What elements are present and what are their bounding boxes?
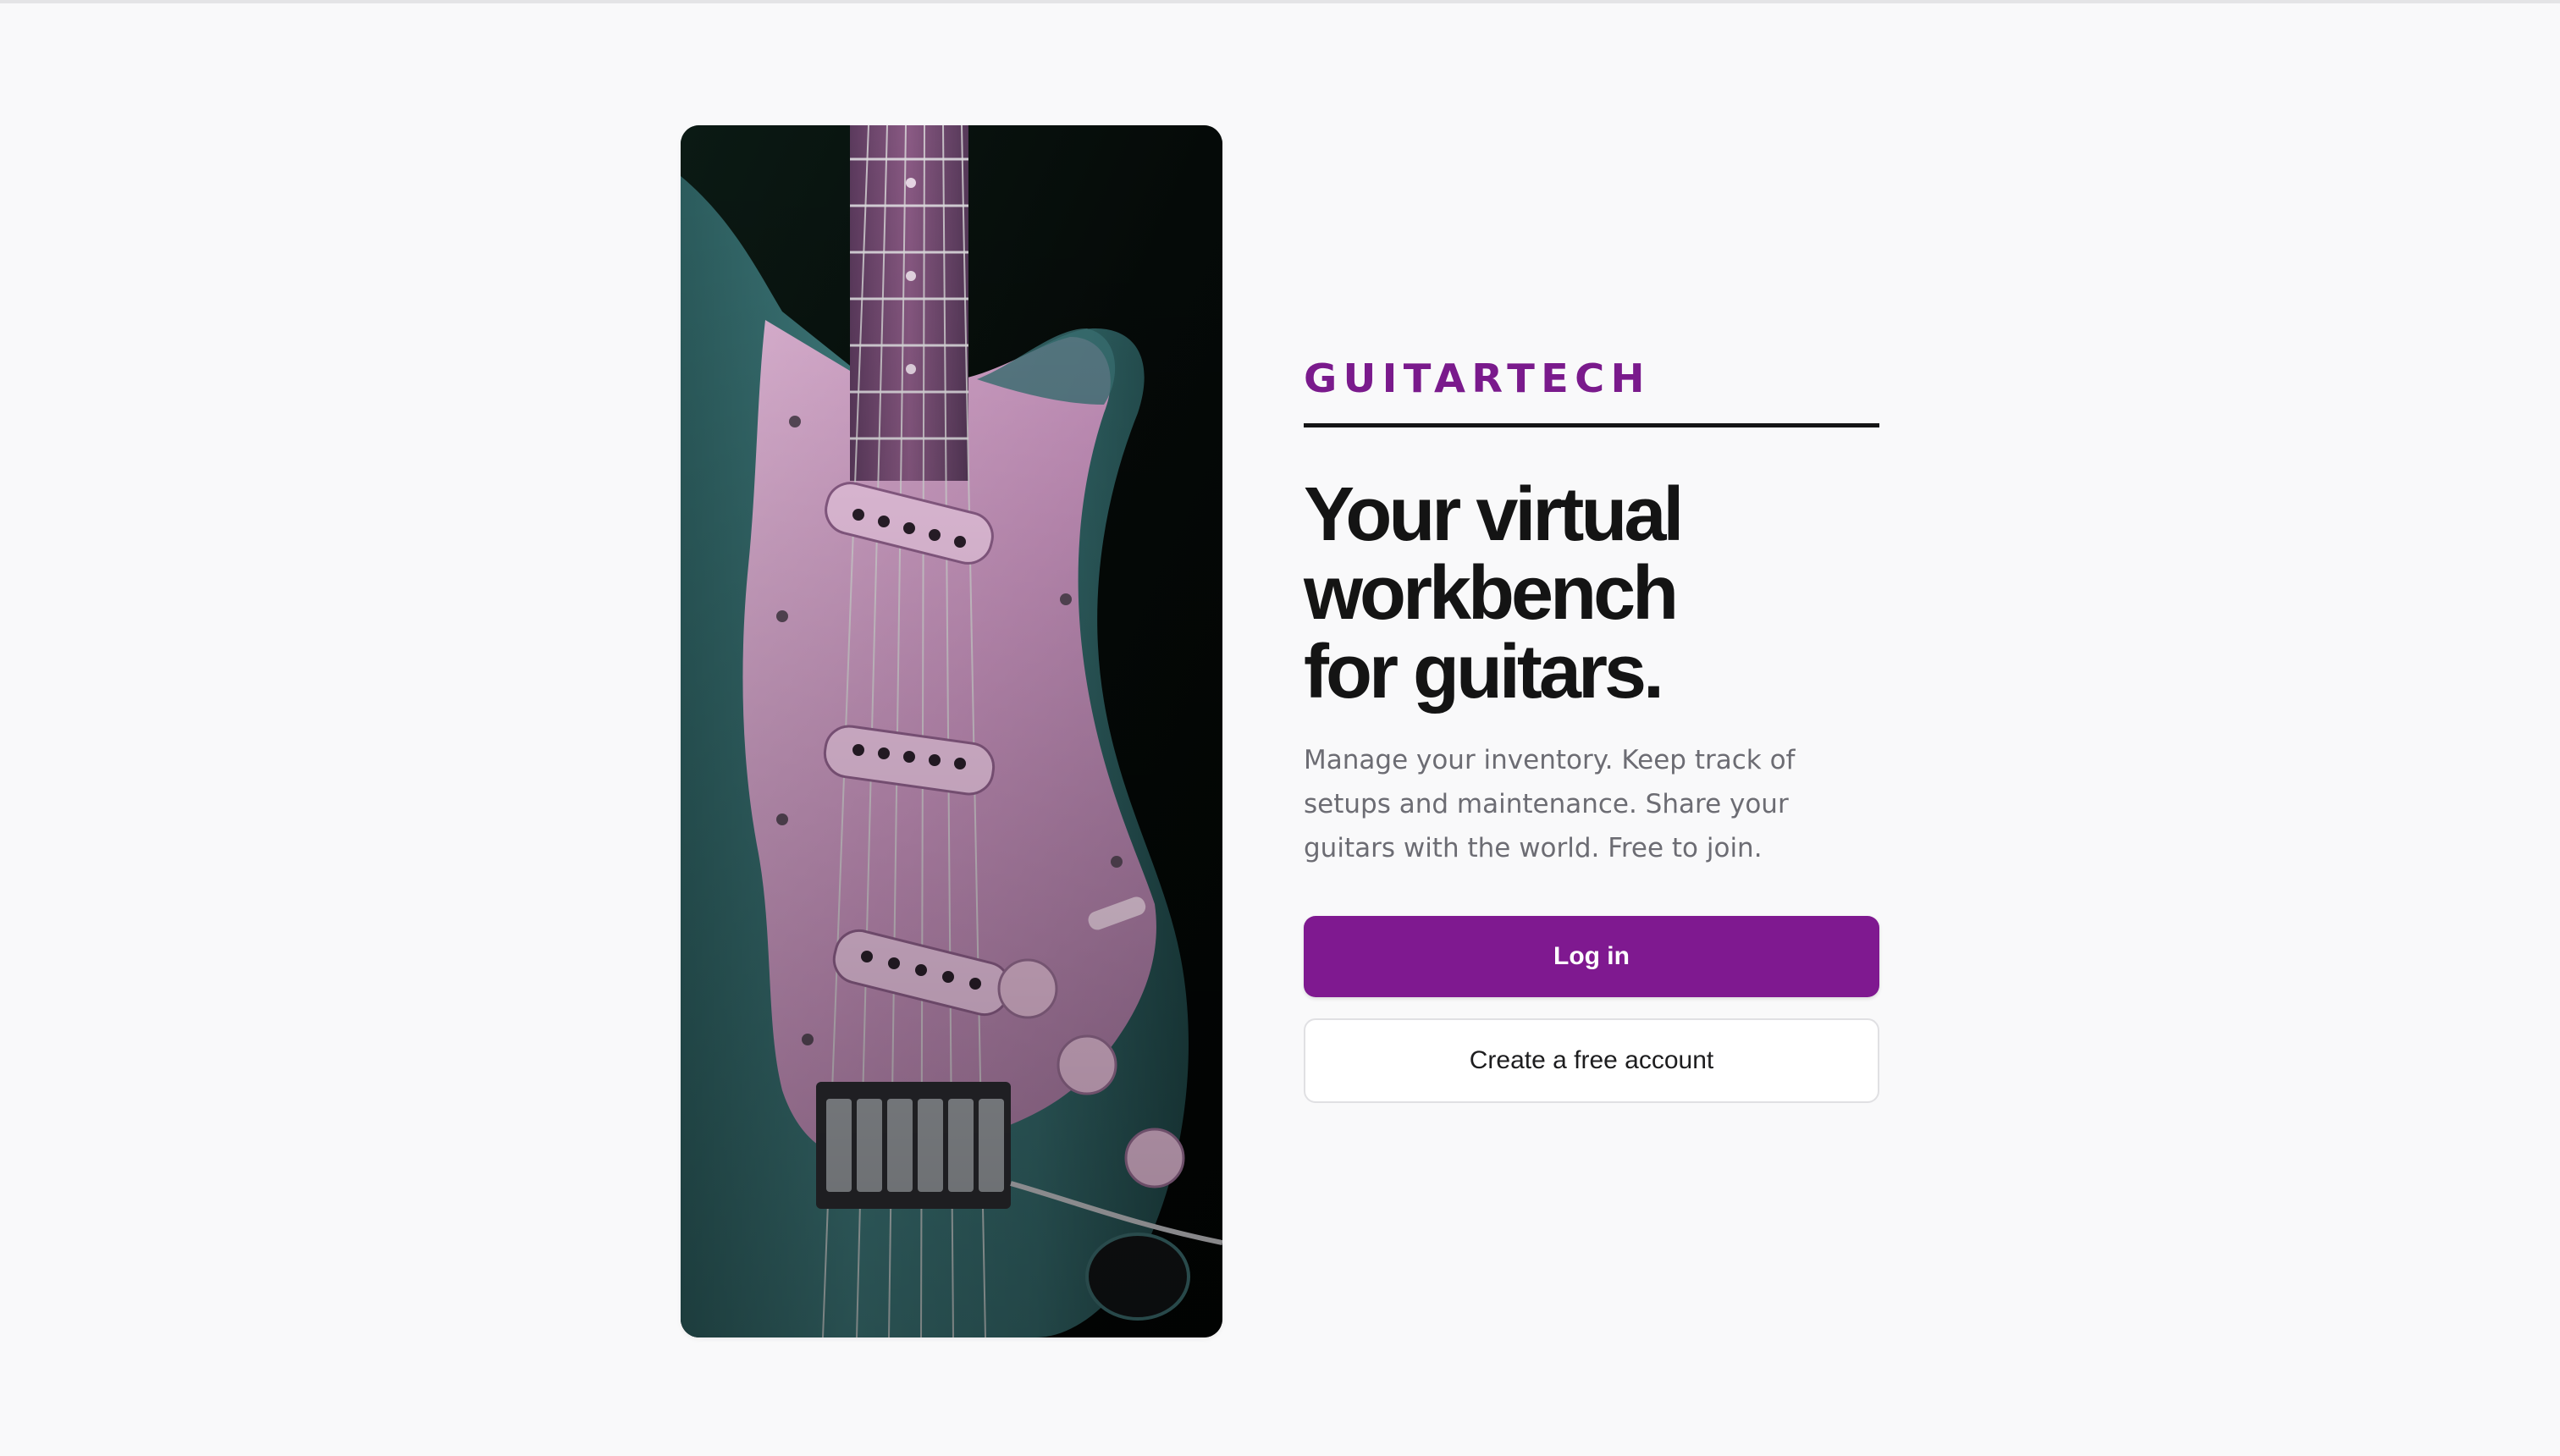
headline-line-2: workbench <box>1304 551 1679 636</box>
top-edge-divider <box>0 0 2560 3</box>
description-line-2: setups and maintenance. Share your <box>1304 789 1789 819</box>
guitar-photo <box>681 125 1222 1337</box>
brand-divider <box>1304 423 1879 427</box>
description-line-3: guitars with the world. Free to join. <box>1304 833 1763 863</box>
page-headline: Your virtual workbench for guitars. <box>1304 476 1879 712</box>
login-button[interactable]: Log in <box>1304 916 1879 997</box>
description-line-1: Manage your inventory. Keep track of <box>1304 745 1796 775</box>
create-account-button[interactable]: Create a free account <box>1304 1018 1879 1103</box>
headline-line-1: Your virtual <box>1304 472 1684 557</box>
headline-line-3: for guitars. <box>1304 630 1664 714</box>
page-description: Manage your inventory. Keep track of set… <box>1304 738 1812 870</box>
welcome-panel: GUITARTECH Your virtual workbench for gu… <box>1304 0 1879 1456</box>
brand-logo: GUITARTECH <box>1304 356 1651 401</box>
